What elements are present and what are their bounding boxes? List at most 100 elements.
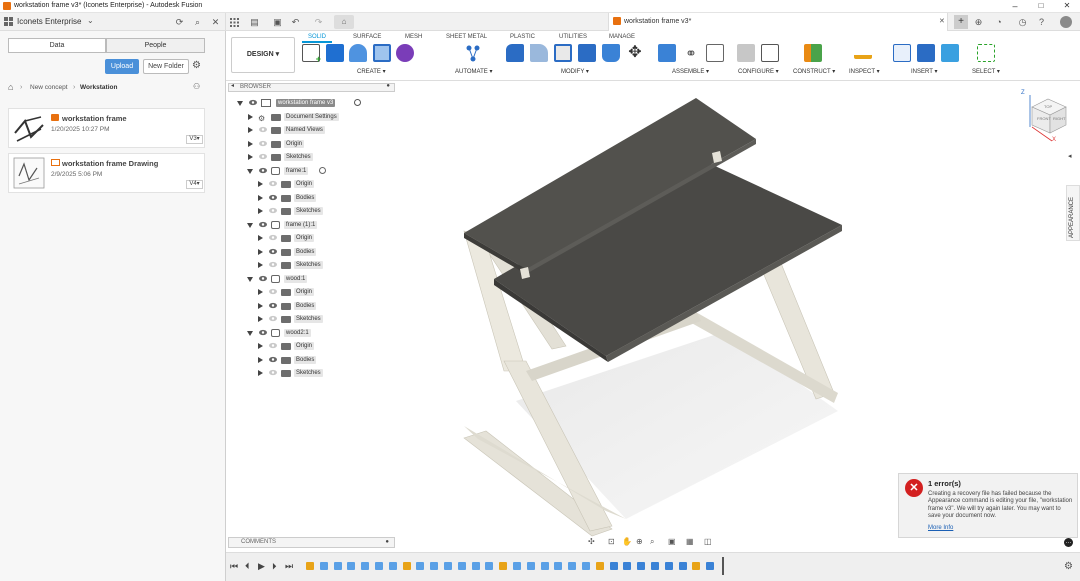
group-select[interactable]: SELECT ▾ bbox=[972, 68, 1000, 75]
expand-arrow-icon[interactable] bbox=[258, 181, 263, 187]
expand-panel-icon[interactable]: ◂ bbox=[1068, 152, 1072, 160]
play-icon[interactable]: ▶ bbox=[258, 561, 265, 572]
go-to-start-icon[interactable]: ⏮ bbox=[230, 561, 238, 572]
eye-icon[interactable] bbox=[269, 342, 277, 349]
expand-arrow-icon[interactable] bbox=[258, 235, 263, 241]
avatar[interactable] bbox=[1060, 16, 1072, 28]
insert-mesh-icon[interactable] bbox=[917, 44, 935, 62]
browser-pin-icon[interactable]: ● bbox=[386, 83, 390, 90]
grid-settings-icon[interactable]: ▦ bbox=[686, 537, 694, 546]
group-construct[interactable]: CONSTRUCT ▾ bbox=[793, 68, 835, 75]
activate-icon[interactable] bbox=[319, 166, 326, 174]
expand-arrow-icon[interactable] bbox=[248, 127, 253, 133]
expand-arrow-icon[interactable] bbox=[258, 194, 263, 201]
replace-face-icon[interactable] bbox=[602, 44, 620, 62]
close-panel-icon[interactable]: ✕ bbox=[209, 16, 222, 28]
timeline-feature-icon[interactable] bbox=[457, 562, 466, 570]
redo-icon[interactable]: ↷ bbox=[312, 16, 325, 28]
expand-arrow-icon[interactable] bbox=[258, 262, 263, 268]
fit-icon[interactable]: ⌕ bbox=[650, 537, 654, 547]
timeline-feature-icon[interactable] bbox=[651, 562, 659, 570]
version-dropdown[interactable]: V3▾ bbox=[186, 135, 203, 144]
timeline-feature-icon[interactable] bbox=[444, 562, 452, 570]
revolve-icon[interactable] bbox=[349, 44, 367, 62]
timeline-feature-icon[interactable] bbox=[582, 562, 590, 570]
eye-icon[interactable] bbox=[259, 275, 267, 282]
view-cube[interactable]: Z X FRONT RIGHT TOP bbox=[1020, 89, 1076, 149]
timeline-feature-icon[interactable] bbox=[485, 562, 494, 570]
new-component-icon[interactable] bbox=[658, 44, 676, 62]
expand-arrow-icon[interactable] bbox=[258, 208, 263, 214]
timeline-feature-icon[interactable] bbox=[388, 562, 397, 570]
look-at-icon[interactable]: ⊡ bbox=[608, 537, 615, 546]
tab-surface[interactable]: SURFACE bbox=[353, 34, 381, 40]
timeline-feature-icon[interactable] bbox=[513, 562, 521, 570]
eye-icon[interactable] bbox=[259, 153, 267, 160]
timeline-feature-icon[interactable] bbox=[609, 562, 618, 570]
help-icon[interactable]: ? bbox=[1035, 16, 1048, 28]
timeline-settings-icon[interactable]: ⚙ bbox=[1064, 561, 1073, 572]
expand-arrow-icon[interactable] bbox=[258, 356, 263, 363]
timeline-feature-icon[interactable] bbox=[568, 562, 577, 570]
timeline-feature-icon[interactable] bbox=[554, 562, 563, 570]
expand-arrow-icon[interactable] bbox=[248, 140, 253, 147]
select-icon[interactable] bbox=[977, 44, 995, 62]
cube-face-top[interactable]: TOP bbox=[1044, 104, 1052, 109]
insert-derive-icon[interactable] bbox=[893, 44, 911, 62]
comments-pin-icon[interactable]: ● bbox=[385, 538, 389, 547]
shell-icon[interactable] bbox=[554, 44, 572, 62]
browser-node[interactable]: frame:1 bbox=[228, 164, 395, 178]
browser-node[interactable]: Sketches bbox=[228, 150, 395, 164]
group-create[interactable]: CREATE ▾ bbox=[357, 68, 386, 75]
go-to-end-icon[interactable]: ⏭ bbox=[285, 561, 293, 572]
browser-node[interactable]: Bodies bbox=[228, 191, 395, 205]
eye-icon[interactable] bbox=[269, 302, 277, 309]
combine-icon[interactable] bbox=[578, 44, 596, 62]
apps-grid-icon[interactable] bbox=[228, 16, 241, 28]
eye-icon[interactable] bbox=[269, 288, 277, 295]
browser-root[interactable]: workstation frame v3 bbox=[228, 96, 395, 110]
move-icon[interactable]: ✥ bbox=[626, 44, 644, 62]
timeline-feature-icon[interactable] bbox=[540, 562, 549, 570]
timeline-feature-icon[interactable] bbox=[306, 562, 314, 570]
expand-arrow-icon[interactable] bbox=[258, 289, 263, 295]
home-icon[interactable]: ⌂ bbox=[8, 82, 13, 92]
form-icon[interactable] bbox=[396, 44, 414, 62]
offset-plane-icon[interactable] bbox=[804, 44, 822, 62]
eye-icon[interactable] bbox=[269, 194, 277, 201]
group-configure[interactable]: CONFIGURE ▾ bbox=[738, 68, 779, 75]
timeline-feature-icon[interactable] bbox=[361, 562, 370, 570]
new-folder-button[interactable]: New Folder bbox=[143, 59, 189, 74]
browser-node[interactable]: Bodies bbox=[228, 299, 395, 313]
eye-icon[interactable] bbox=[259, 140, 267, 147]
expand-arrow-icon[interactable] bbox=[258, 343, 263, 349]
eye-icon[interactable] bbox=[269, 356, 277, 363]
eye-icon[interactable] bbox=[269, 180, 277, 187]
tab-utilities[interactable]: UTILITIES bbox=[559, 34, 587, 40]
as-built-joint-icon[interactable] bbox=[706, 44, 724, 62]
measure-icon[interactable] bbox=[854, 47, 872, 59]
eye-icon[interactable] bbox=[259, 126, 267, 133]
browser-node[interactable]: frame (1):1 bbox=[228, 218, 395, 232]
collapse-arrow-icon[interactable] bbox=[247, 168, 253, 174]
automate-icon[interactable] bbox=[464, 44, 482, 62]
hub-name[interactable]: Iconets Enterprise bbox=[17, 17, 81, 26]
jobs-icon[interactable]: ◔ bbox=[991, 16, 1007, 28]
home-icon[interactable]: ⌂ bbox=[334, 15, 354, 29]
browser-node[interactable]: ⚙ Document Settings bbox=[228, 110, 395, 124]
workspace-switcher[interactable]: DESIGN ▾ bbox=[231, 37, 295, 73]
timeline-feature-icon[interactable] bbox=[347, 562, 356, 570]
group-insert[interactable]: INSERT ▾ bbox=[911, 68, 937, 75]
timeline-feature-icon[interactable] bbox=[471, 562, 480, 570]
group-inspect[interactable]: INSPECT ▾ bbox=[849, 68, 880, 75]
timeline-feature-icon[interactable] bbox=[664, 562, 673, 570]
timeline-feature-icon[interactable] bbox=[706, 562, 715, 570]
press-pull-icon[interactable] bbox=[506, 44, 524, 62]
timeline-feature-icon[interactable] bbox=[430, 562, 439, 570]
version-dropdown[interactable]: V4▾ bbox=[186, 180, 203, 189]
eye-icon[interactable] bbox=[269, 369, 277, 376]
chat-icon[interactable]: … bbox=[1064, 538, 1073, 547]
tab-plastic[interactable]: PLASTIC bbox=[510, 34, 535, 40]
members-icon[interactable]: ⚇ bbox=[193, 82, 200, 91]
browser-node[interactable]: Bodies bbox=[228, 245, 395, 259]
